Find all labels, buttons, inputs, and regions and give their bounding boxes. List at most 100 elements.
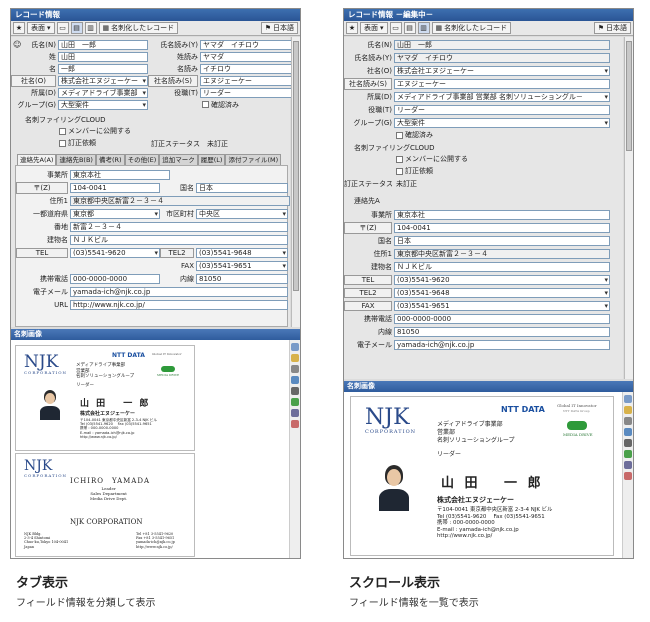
camera-icon[interactable] — [291, 387, 299, 395]
camera-icon[interactable] — [624, 439, 632, 447]
mobile-field[interactable]: 000-0000-0000 — [70, 273, 160, 284]
addr1-field[interactable]: 東京都中央区新富２－３－４ — [70, 195, 290, 206]
office-field[interactable]: 東京本社 — [394, 209, 610, 220]
star-icon[interactable]: ★ — [13, 22, 25, 34]
form-scrollbar[interactable] — [624, 37, 633, 379]
publish-checkbox[interactable]: メンバーに公開する — [59, 126, 131, 136]
edit-icon[interactable] — [624, 395, 632, 403]
company-label-button[interactable]: 社名(O) — [11, 74, 56, 87]
ext-field[interactable]: 81050 — [196, 273, 288, 284]
fax-button[interactable]: FAX — [344, 300, 392, 311]
name-field[interactable]: 山田 一郎 — [58, 39, 148, 50]
zip-button[interactable]: 〒(Z) — [344, 221, 392, 234]
zoom-icon[interactable] — [291, 376, 299, 384]
tab-history[interactable]: 履歴(L) — [197, 154, 226, 165]
tel-button[interactable]: TEL — [16, 247, 68, 258]
sei-field[interactable]: 山田 — [58, 51, 148, 62]
banchi-field[interactable]: 新富２－３－４ — [70, 221, 288, 232]
zip-field[interactable]: 104-0041 — [70, 182, 160, 193]
correct-request-checkbox[interactable]: 訂正依頼 — [396, 166, 433, 176]
list-view-icon[interactable]: ▥ — [417, 22, 430, 34]
view-select[interactable]: 表面 ▾ — [360, 22, 388, 34]
folder-icon[interactable]: ▭ — [389, 22, 402, 34]
company-kana-field[interactable]: エヌジェーケー — [394, 78, 610, 89]
scan-icon[interactable] — [624, 461, 632, 469]
tab-contact-a[interactable]: 連絡先A(A) — [17, 154, 57, 165]
export-icon[interactable] — [291, 420, 299, 428]
url-field[interactable]: http://www.njk.co.jp/ — [70, 299, 288, 310]
company-kana-button[interactable]: 社名読み(S) — [148, 74, 198, 87]
export-icon[interactable] — [624, 472, 632, 480]
checkbox-box[interactable] — [396, 155, 403, 163]
language-button[interactable]: ⚑ 日本語 — [593, 22, 631, 34]
color-icon[interactable] — [291, 398, 299, 406]
star-icon[interactable]: ★ — [346, 22, 358, 34]
tel2-button[interactable]: TEL2 — [160, 247, 194, 258]
language-button[interactable]: ⚑ 日本語 — [260, 22, 298, 34]
view-select[interactable]: 表面 ▾ — [27, 22, 55, 34]
office-field[interactable]: 東京本社 — [70, 169, 170, 180]
scroll-thumb[interactable] — [293, 41, 299, 291]
kana-field[interactable]: ヤマダ イチロウ — [200, 39, 292, 50]
checkbox-box[interactable] — [59, 139, 66, 147]
list-view-icon[interactable]: ▥ — [84, 22, 97, 34]
title-field[interactable]: リーダー — [200, 87, 292, 98]
color-icon[interactable] — [624, 450, 632, 458]
addr1-field[interactable]: 東京都中央区新富２－３－４ — [394, 248, 610, 259]
mobile-field[interactable]: 000-0000-0000 — [394, 313, 610, 324]
mei-kana-field[interactable]: イチロウ — [200, 63, 292, 74]
ext-field[interactable]: 81050 — [394, 326, 610, 337]
tel-field[interactable]: (03)5541-9620 — [394, 274, 610, 285]
sei-kana-field[interactable]: ヤマダ — [200, 51, 292, 62]
checkbox-box[interactable] — [396, 131, 403, 139]
kana-field[interactable]: ヤマダ イチロウ — [394, 52, 610, 63]
tab-notes[interactable]: 備考(R) — [95, 154, 125, 165]
form-view-icon[interactable]: ▤ — [70, 22, 83, 34]
form-view-icon[interactable]: ▤ — [403, 22, 416, 34]
mei-field[interactable]: 一郎 — [58, 63, 148, 74]
tel2-field[interactable]: (03)5541-9648 — [196, 247, 288, 258]
group-field[interactable]: 大型案件 — [394, 117, 610, 128]
zoom-icon[interactable] — [624, 428, 632, 436]
email-field[interactable]: yamada-ich@njk.co.jp — [394, 339, 610, 350]
tel-field[interactable]: (03)5541-9620 — [70, 247, 160, 258]
email-field[interactable]: yamada-ich@njk.co.jp — [70, 286, 288, 297]
scroll-thumb[interactable] — [626, 41, 632, 151]
country-field[interactable]: 日本 — [394, 235, 610, 246]
tel-button[interactable]: TEL — [344, 274, 392, 285]
name-field[interactable]: 山田 一郎 — [394, 39, 610, 50]
company-kana-button[interactable]: 社名読み(S) — [344, 77, 392, 90]
company-kana-field[interactable]: エヌジェーケー — [200, 75, 292, 86]
fax-field[interactable]: (03)5541-9651 — [196, 260, 288, 271]
tel2-field[interactable]: (03)5541-9648 — [394, 287, 610, 298]
dept-field[interactable]: メディアドライブ事業部 — [58, 87, 148, 98]
bldg-field[interactable]: ＮＪＫビル — [394, 261, 610, 272]
country-field[interactable]: 日本 — [196, 182, 288, 193]
saved-record-button[interactable]: ▦ 名刺化したレコード — [431, 22, 512, 34]
saved-record-button[interactable]: ▦ 名刺化したレコード — [98, 22, 179, 34]
fax-field[interactable]: (03)5541-9651 — [394, 300, 610, 311]
tab-other[interactable]: その他(E) — [124, 154, 160, 165]
checkbox-box[interactable] — [396, 167, 403, 175]
publish-checkbox[interactable]: メンバーに公開する — [396, 154, 468, 164]
confirm-checkbox[interactable]: 確認済み — [396, 130, 433, 140]
tel2-button[interactable]: TEL2 — [344, 287, 392, 298]
form-scrollbar[interactable] — [291, 37, 300, 327]
edit-icon[interactable] — [291, 343, 299, 351]
tab-contact-b[interactable]: 連絡先B(B) — [56, 154, 96, 165]
checkbox-box[interactable] — [202, 101, 209, 108]
rotate-icon[interactable] — [291, 354, 299, 362]
zip-field[interactable]: 104-0041 — [394, 222, 610, 233]
title-field[interactable]: リーダー — [394, 104, 610, 115]
bldg-field[interactable]: ＮＪＫビル — [70, 234, 288, 245]
rotate-icon[interactable] — [624, 406, 632, 414]
company-field[interactable]: 株式会社エヌジェーケー — [58, 75, 148, 86]
refresh-icon[interactable] — [624, 417, 632, 425]
zip-button[interactable]: 〒(Z) — [16, 181, 68, 194]
tab-add-mark[interactable]: 追加マーク — [159, 154, 198, 165]
city-field[interactable]: 中央区 — [196, 208, 288, 219]
tab-attachment[interactable]: 添付ファイル(M) — [225, 154, 282, 165]
pref-field[interactable]: 東京都 — [70, 208, 160, 219]
correct-request-checkbox[interactable]: 訂正依頼 — [59, 138, 96, 148]
checkbox-box[interactable] — [59, 127, 66, 135]
